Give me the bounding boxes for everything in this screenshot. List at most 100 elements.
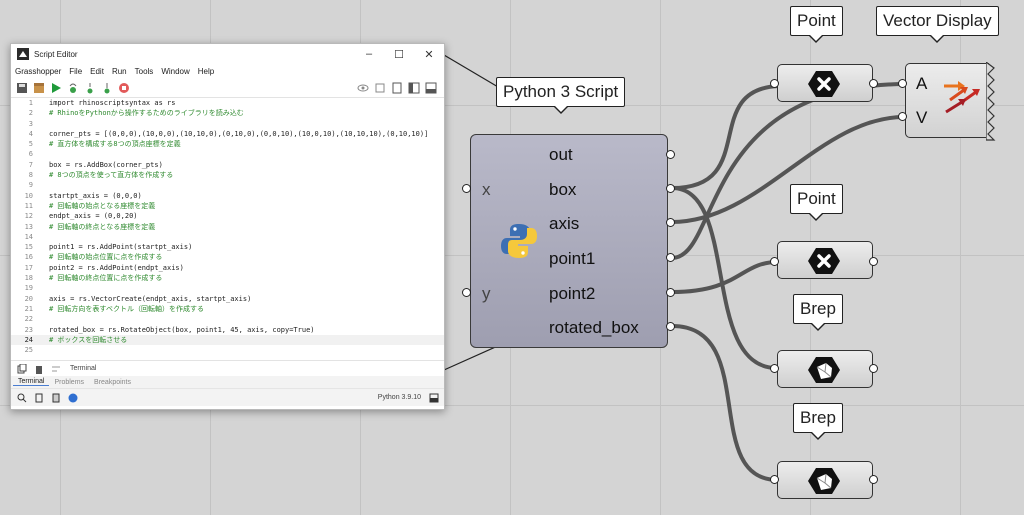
menu-grasshopper[interactable]: Grasshopper [15, 67, 61, 76]
save-icon[interactable] [15, 81, 29, 95]
output-axis-port[interactable] [666, 218, 675, 227]
doc-icon[interactable] [49, 391, 63, 405]
point-mid-label: Point [790, 184, 843, 221]
line-number: 18 [24, 274, 33, 283]
script-editor-window[interactable]: Script Editor – ☐ ✕ Grasshopper File Edi… [10, 43, 445, 410]
run-icon[interactable] [49, 81, 63, 95]
line-number: 16 [24, 253, 33, 262]
code-text: point2 = rs.AddPoint(endpt_axis) [49, 263, 184, 272]
maximize-button[interactable]: ☐ [384, 48, 414, 61]
tab-breakpoints[interactable]: Breakpoints [89, 379, 136, 386]
menu-help[interactable]: Help [198, 67, 214, 76]
code-line[interactable]: 23 rotated_box = rs.RotateObject(box, poi… [11, 325, 444, 335]
tab-terminal[interactable]: Terminal [13, 378, 50, 386]
code-editor[interactable]: 1 import rhinoscriptsyntax as rs 2 # Rhinoを… [11, 98, 444, 360]
wrap-icon[interactable] [49, 362, 63, 376]
code-line[interactable]: 2 # RhinoをPythonから操作するためのライブラリを読み込む [11, 108, 444, 118]
code-line[interactable]: 18 # 回転軸の終点位置に点を作成する [11, 273, 444, 283]
vector-display-a-port[interactable] [898, 79, 907, 88]
menu-tools[interactable]: Tools [135, 67, 154, 76]
python-component-title: Python 3 Script [496, 77, 626, 114]
brep-2-output-port[interactable] [869, 475, 878, 484]
brep-param-1[interactable] [777, 350, 873, 388]
eye-icon[interactable] [356, 81, 370, 95]
code-line[interactable]: 15 point1 = rs.AddPoint(startpt_axis) [11, 242, 444, 252]
input-y-port[interactable] [462, 288, 471, 297]
editor-titlebar[interactable]: Script Editor – ☐ ✕ [11, 44, 444, 64]
layout-icon[interactable] [427, 391, 441, 405]
output-point1-port[interactable] [666, 253, 675, 262]
step-into-icon[interactable] [83, 81, 97, 95]
step-over-icon[interactable] [66, 81, 80, 95]
line-number: 8 [28, 171, 33, 180]
point-mid-output-port[interactable] [869, 257, 878, 266]
code-text: corner_pts = [(0,0,0),(10,0,0),(10,10,0)… [49, 129, 429, 138]
output-box-port[interactable] [666, 184, 675, 193]
output-point2-label: point2 [549, 284, 596, 303]
outline-icon[interactable] [373, 81, 387, 95]
code-line[interactable]: 13 # 回転軸の終点となる座標を定義 [11, 222, 444, 232]
point-top-input-port[interactable] [770, 79, 779, 88]
code-line[interactable]: 21 # 回転方向を表すベクトル（回転軸）を作成する [11, 304, 444, 314]
point-param-mid[interactable] [777, 241, 873, 279]
menu-run[interactable]: Run [112, 67, 127, 76]
code-line[interactable]: 25 [11, 345, 444, 355]
menu-file[interactable]: File [69, 67, 82, 76]
python-script-component[interactable]: x y out box axis point1 point2 rotated_b… [470, 134, 668, 348]
vector-arrows-icon [944, 81, 980, 114]
output-out-port[interactable] [666, 150, 675, 159]
menu-edit[interactable]: Edit [90, 67, 104, 76]
tab-problems[interactable]: Problems [49, 379, 89, 386]
code-line[interactable]: 1 import rhinoscriptsyntax as rs [11, 98, 444, 108]
output-point2-port[interactable] [666, 288, 675, 297]
close-button[interactable]: ✕ [414, 48, 444, 61]
document-icon[interactable] [390, 81, 404, 95]
package-icon[interactable] [32, 81, 46, 95]
code-line[interactable]: 4 corner_pts = [(0,0,0),(10,0,0),(10,10,0… [11, 129, 444, 139]
brep-1-input-port[interactable] [770, 364, 779, 373]
code-line[interactable]: 7 box = rs.AddBox(corner_pts) [11, 160, 444, 170]
code-line[interactable]: 14 [11, 232, 444, 242]
code-line[interactable]: 16 # 回転軸の始点位置に点を作成する [11, 252, 444, 262]
point-top-output-port[interactable] [869, 79, 878, 88]
code-line[interactable]: 9 [11, 180, 444, 190]
code-line[interactable]: 19 [11, 283, 444, 293]
code-line[interactable]: 6 [11, 149, 444, 159]
code-text: import rhinoscriptsyntax as rs [49, 99, 176, 107]
brep-2-input-port[interactable] [770, 475, 779, 484]
point-mid-input-port[interactable] [770, 257, 779, 266]
code-comment: # 直方体を構成する8つの頂点座標を定義 [49, 140, 181, 149]
code-line[interactable]: 12 endpt_axis = (0,0,20) [11, 211, 444, 221]
panel-bottom-icon[interactable] [424, 81, 438, 95]
brep-param-2[interactable] [777, 461, 873, 499]
code-line[interactable]: 11 # 回転軸の始点となる座標を定義 [11, 201, 444, 211]
copy-icon[interactable] [15, 362, 29, 376]
code-line[interactable]: 20 axis = rs.VectorCreate(endpt_axis, sta… [11, 294, 444, 304]
output-rotated-box-port[interactable] [666, 322, 675, 331]
code-line[interactable]: 24 # ボックスを回転させる [11, 334, 444, 346]
code-line[interactable]: 17 point2 = rs.AddPoint(endpt_axis) [11, 263, 444, 273]
step-out-icon[interactable] [100, 81, 114, 95]
file-icon[interactable] [32, 391, 46, 405]
code-line[interactable]: 10 startpt_axis = (0,0,0) [11, 191, 444, 201]
menu-window[interactable]: Window [161, 67, 189, 76]
wire-point2-point [671, 260, 779, 294]
line-number: 9 [28, 181, 33, 190]
editor-title: Script Editor [34, 49, 78, 59]
brep-1-output-port[interactable] [869, 364, 878, 373]
vector-display-component[interactable]: A V [905, 62, 996, 141]
line-number: 17 [24, 263, 33, 272]
help-icon[interactable] [66, 391, 80, 405]
minimize-button[interactable]: – [354, 48, 384, 61]
code-line[interactable]: 3 [11, 119, 444, 129]
code-line[interactable]: 8 # 8つの頂点を使って直方体を作成する [11, 170, 444, 180]
point-param-top[interactable] [777, 64, 873, 102]
code-line[interactable]: 22 [11, 314, 444, 324]
trash-icon[interactable] [32, 362, 46, 376]
search-icon[interactable] [15, 391, 29, 405]
vector-display-v-port[interactable] [898, 112, 907, 121]
input-x-port[interactable] [462, 184, 471, 193]
code-line[interactable]: 5 # 直方体を構成する8つの頂点座標を定義 [11, 139, 444, 149]
panel-left-icon[interactable] [407, 81, 421, 95]
stop-icon[interactable] [117, 81, 131, 95]
